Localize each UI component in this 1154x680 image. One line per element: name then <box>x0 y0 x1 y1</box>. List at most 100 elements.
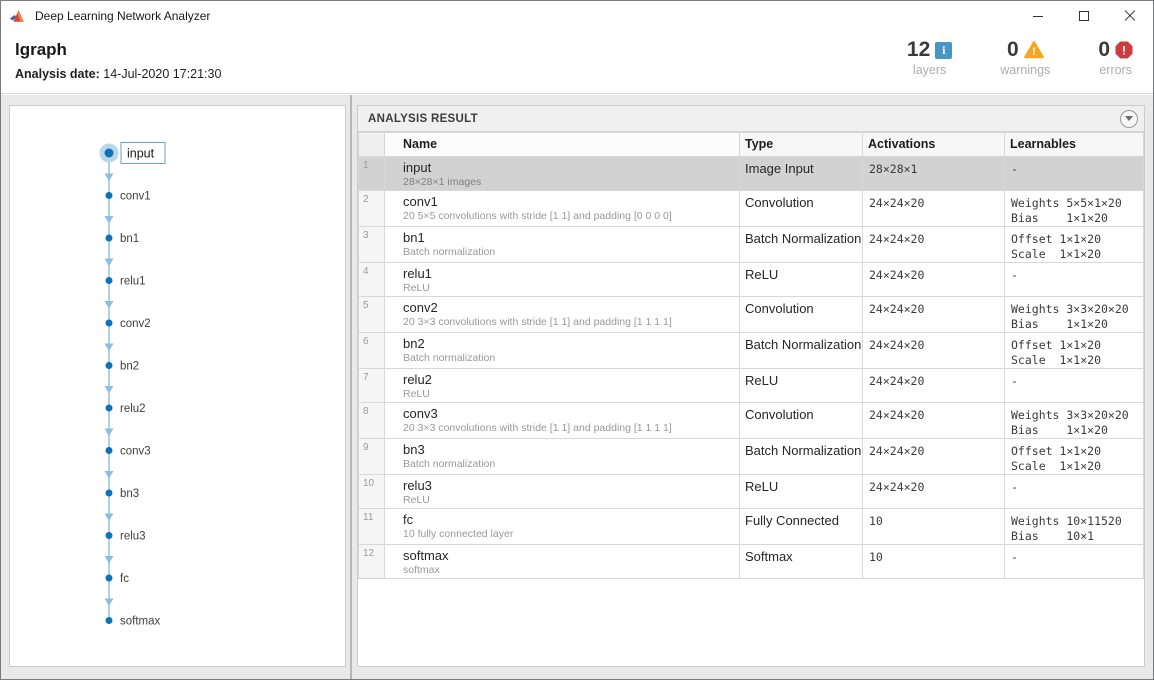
warning-icon: ! <box>1023 41 1044 59</box>
graph-node-bn2[interactable]: bn2 <box>105 361 140 373</box>
type-cell: Softmax <box>739 544 863 579</box>
graph-node-dot <box>105 192 113 199</box>
table-row[interactable]: 1 input 28×28×1 images Image Input 28×28×1- <box>358 156 1144 191</box>
graph-node-dot <box>105 617 113 624</box>
panel-splitter[interactable] <box>350 95 352 679</box>
graph-node-relu2[interactable]: relu2 <box>105 403 146 415</box>
type-cell: Batch Normalization <box>739 438 863 475</box>
app-window: { "window": { "title": "Deep Learning Ne… <box>0 0 1154 680</box>
layer-name: input <box>403 160 432 175</box>
title-bar: Deep Learning Network Analyzer <box>1 1 1153 31</box>
activations-cell: 24×24×20 <box>862 402 1005 439</box>
learnable-line: - <box>1011 374 1018 388</box>
network-graph: input conv1 bn1 relu1 conv2 bn2 relu2 conv3 bn3 r… <box>99 142 166 628</box>
layers-count: 12 <box>906 38 931 61</box>
edge-arrow-icon <box>104 386 114 394</box>
learnables-cell: - <box>1004 474 1144 509</box>
edge-arrow-icon <box>104 556 114 564</box>
graph-node-label: conv2 <box>120 318 151 330</box>
graph-node-dot <box>105 489 113 497</box>
graph-node-dot <box>105 447 113 454</box>
type-cell: ReLU <box>739 262 863 297</box>
graph-node-label: bn2 <box>120 361 139 373</box>
table-row[interactable]: 11 fc 10 fully connected layer Fully Connec… <box>358 508 1144 545</box>
close-button[interactable] <box>1107 1 1153 31</box>
table-row[interactable]: 4 relu1 ReLU ReLU 24×24×20- <box>358 262 1144 297</box>
table-row[interactable]: 9 bn3 Batch normalization Batch Normalizati… <box>358 438 1144 475</box>
graph-node-conv1[interactable]: conv1 <box>105 191 151 203</box>
learnables-cell: Offset 1×1×20 Scale 1×1×20 <box>1004 226 1144 263</box>
graph-node-relu3[interactable]: relu3 <box>105 531 146 543</box>
table-row[interactable]: 3 bn1 Batch normalization Batch Normalizati… <box>358 226 1144 263</box>
table-row[interactable]: 8 conv3 20 3×3 convolutions with stride [1… <box>358 402 1144 439</box>
edge-arrow-icon <box>104 258 114 266</box>
layer-description: ReLU <box>403 494 430 506</box>
summary-stats: 12 i layers 0 ! warnings 0 ! errors <box>859 38 1133 77</box>
table-row[interactable]: 2 conv1 20 5×5 convolutions with stride [1… <box>358 190 1144 227</box>
edge-arrow-icon <box>104 598 114 606</box>
graph-node-bn1[interactable]: bn1 <box>105 233 140 245</box>
graph-node-bn3[interactable]: bn3 <box>105 488 140 500</box>
maximize-button[interactable] <box>1061 1 1107 31</box>
table-row[interactable]: 7 relu2 ReLU ReLU 24×24×20- <box>358 368 1144 403</box>
graph-node-label: relu1 <box>120 276 146 288</box>
learnable-line: Offset 1×1×20 <box>1011 338 1102 352</box>
close-icon <box>1124 10 1136 22</box>
learnable-line: Bias 1×1×20 <box>1011 423 1108 437</box>
analysis-table: Name Type Activations Learnables 1 input 2… <box>358 132 1144 579</box>
row-number-cell: 5 <box>358 296 385 333</box>
graph-node-label: relu2 <box>120 403 146 415</box>
graph-node-softmax[interactable]: softmax <box>105 616 161 628</box>
minimize-button[interactable] <box>1015 1 1061 31</box>
graph-node-input[interactable]: input <box>99 142 166 164</box>
graph-node-conv3[interactable]: conv3 <box>105 446 151 458</box>
table-header-row: Name Type Activations Learnables <box>358 132 1144 157</box>
errors-count: 0 <box>1098 38 1110 61</box>
row-number-cell: 1 <box>358 156 385 191</box>
graph-node-dot <box>105 319 113 327</box>
learnable-line: - <box>1011 480 1018 494</box>
layer-name: conv1 <box>403 194 438 209</box>
graph-node-conv2[interactable]: conv2 <box>105 318 151 330</box>
table-row[interactable]: 10 relu3 ReLU ReLU 24×24×20- <box>358 474 1144 509</box>
column-header-type: Type <box>739 132 863 157</box>
workspace: input conv1 bn1 relu1 conv2 bn2 relu2 conv3 bn3 r… <box>1 95 1153 679</box>
graph-node-dot <box>104 148 114 158</box>
svg-text:!: ! <box>1032 46 1036 58</box>
table-row[interactable]: 6 bn2 Batch normalization Batch Normalizati… <box>358 332 1144 369</box>
name-cell: bn1 Batch normalization <box>384 226 740 263</box>
activations-cell: 24×24×20 <box>862 474 1005 509</box>
row-number-cell: 4 <box>358 262 385 297</box>
maximize-icon <box>1079 11 1089 21</box>
chevron-down-icon <box>1125 116 1133 121</box>
info-icon[interactable]: i <box>935 41 953 59</box>
learnables-cell: - <box>1004 156 1144 191</box>
learnables-cell: Weights 5×5×1×20 Bias 1×1×20 <box>1004 190 1144 227</box>
learnable-line: - <box>1011 268 1018 282</box>
table-row[interactable]: 12 softmax softmax Softmax 10- <box>358 544 1144 579</box>
graph-node-relu1[interactable]: relu1 <box>105 276 146 288</box>
row-number-cell: 11 <box>358 508 385 545</box>
type-cell: ReLU <box>739 368 863 403</box>
activations-cell: 10 <box>862 508 1005 545</box>
activations-cell: 24×24×20 <box>862 226 1005 263</box>
activations-cell: 24×24×20 <box>862 438 1005 475</box>
window-title: Deep Learning Network Analyzer <box>35 9 211 23</box>
svg-text:!: ! <box>1122 44 1126 58</box>
name-cell: bn3 Batch normalization <box>384 438 740 475</box>
matlab-logo-icon <box>10 9 24 22</box>
layer-description: Batch normalization <box>403 352 496 364</box>
learnable-line: Offset 1×1×20 <box>1011 444 1102 458</box>
layer-name: bn2 <box>403 336 425 351</box>
collapse-panel-button[interactable] <box>1120 109 1138 128</box>
activations-cell: 24×24×20 <box>862 332 1005 369</box>
layer-name: bn1 <box>403 230 425 245</box>
table-row[interactable]: 5 conv2 20 3×3 convolutions with stride [1… <box>358 296 1144 333</box>
warnings-label: warnings <box>1000 63 1051 77</box>
type-cell: Fully Connected <box>739 508 863 545</box>
layer-name: relu3 <box>403 478 432 493</box>
graph-node-label: bn1 <box>120 233 139 245</box>
learnables-cell: Offset 1×1×20 Scale 1×1×20 <box>1004 438 1144 475</box>
analysis-date-value: 14-Jul-2020 17:21:30 <box>103 67 222 81</box>
column-header-index <box>358 132 385 157</box>
